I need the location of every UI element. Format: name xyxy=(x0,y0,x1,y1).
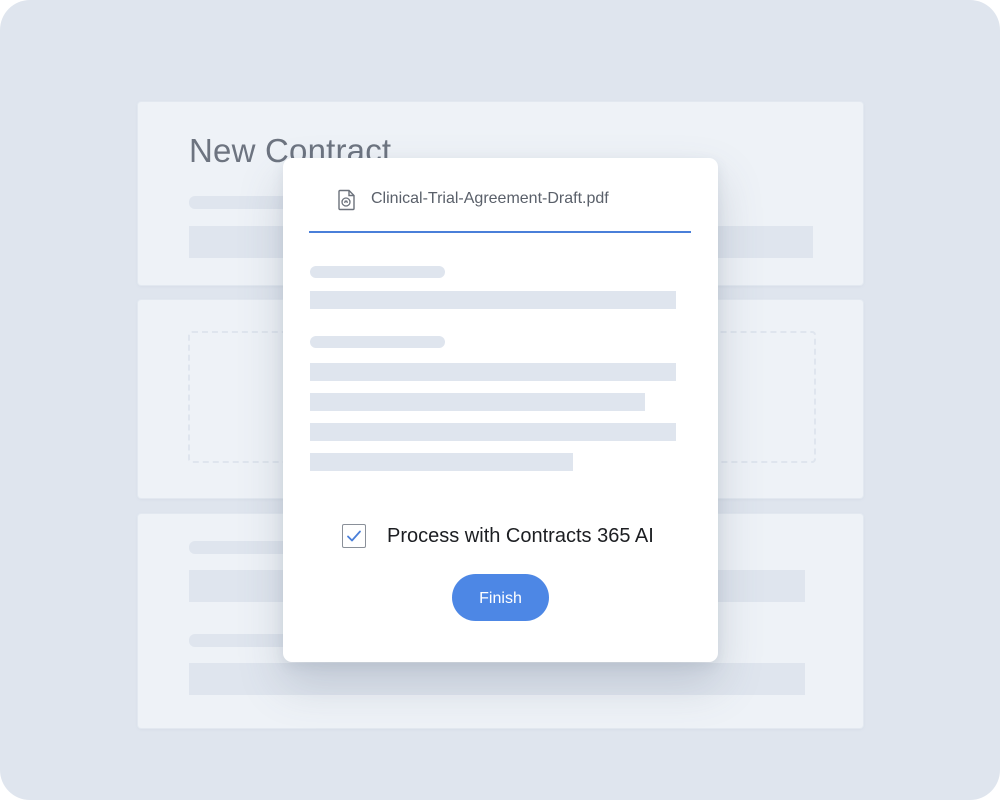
upload-dialog: Clinical-Trial-Agreement-Draft.pdf Proce… xyxy=(283,158,718,662)
pdf-file-icon xyxy=(337,189,357,211)
skeleton-line xyxy=(310,291,676,309)
skeleton-input xyxy=(189,663,805,695)
skeleton-heading xyxy=(310,336,445,348)
process-ai-checkbox[interactable] xyxy=(342,524,366,548)
app-canvas: New Contract Clinical-Trial-Agreement-Dr… xyxy=(0,0,1000,800)
skeleton-line xyxy=(310,453,573,471)
skeleton-heading xyxy=(310,266,445,278)
skeleton-line xyxy=(310,393,645,411)
file-name: Clinical-Trial-Agreement-Draft.pdf xyxy=(371,190,609,207)
finish-button[interactable]: Finish xyxy=(452,574,549,621)
skeleton-line xyxy=(310,363,676,381)
skeleton-line xyxy=(310,423,676,441)
process-ai-label[interactable]: Process with Contracts 365 AI xyxy=(387,525,654,548)
file-name-row: Clinical-Trial-Agreement-Draft.pdf xyxy=(309,158,691,233)
checkmark-icon xyxy=(347,530,361,542)
